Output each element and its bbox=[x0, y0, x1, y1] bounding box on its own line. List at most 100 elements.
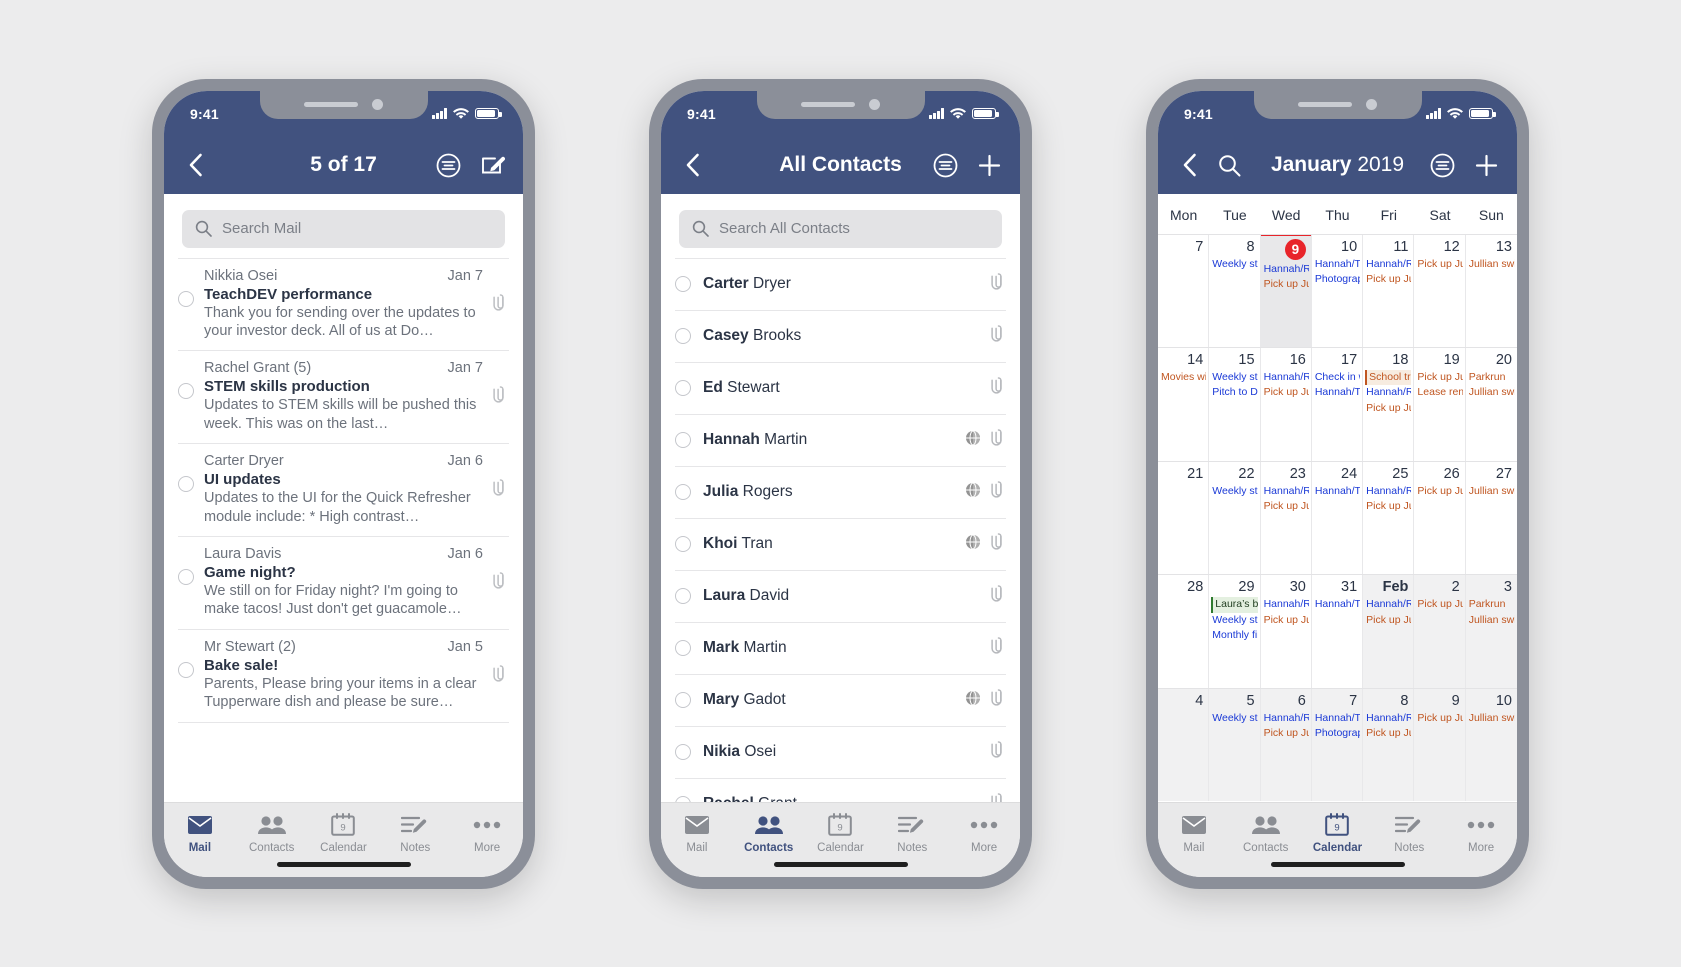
calendar-event[interactable]: Pick up Jul bbox=[1263, 499, 1309, 514]
calendar-day-cell[interactable]: 24 Hannah/T bbox=[1312, 461, 1364, 575]
calendar-event[interactable]: Pick up Ju bbox=[1365, 272, 1411, 287]
contact-row[interactable]: Carter Dryer bbox=[675, 257, 1006, 311]
calendar-event[interactable]: Weekly sta bbox=[1211, 711, 1257, 726]
calendar-day-cell[interactable]: 3 Parkrun Jullian swi bbox=[1465, 575, 1517, 688]
globe-icon[interactable] bbox=[965, 482, 981, 503]
calendar-day-cell[interactable]: 16 Hannah/R Pick up Ju bbox=[1261, 348, 1312, 461]
calendar-event[interactable]: Jullian swi bbox=[1468, 257, 1515, 272]
tab-notes[interactable]: Notes bbox=[876, 812, 948, 854]
calendar-day-cell[interactable]: 19Pick up JuLease rene bbox=[1414, 348, 1466, 461]
calendar-event[interactable]: Laura’s bir bbox=[1211, 597, 1258, 613]
calendar-event[interactable]: Movies wit bbox=[1160, 370, 1206, 385]
calendar-event[interactable]: Hannah/R bbox=[1263, 484, 1309, 499]
mail-select-radio[interactable] bbox=[178, 568, 194, 585]
contact-row[interactable]: Rachel Grant bbox=[675, 779, 1006, 802]
calendar-day-cell[interactable]: 28 bbox=[1158, 575, 1210, 688]
calendar-event[interactable]: Weekly sta bbox=[1211, 613, 1257, 628]
calendar-event[interactable]: Hannah/R bbox=[1365, 257, 1411, 272]
calendar-day-cell[interactable]: 18 School tri Hannah/R Pick up Ju bbox=[1363, 348, 1415, 461]
calendar-event[interactable]: Pick up Ju bbox=[1416, 257, 1462, 272]
calendar-day-cell[interactable]: 7 bbox=[1158, 234, 1210, 348]
calendar-day-cell[interactable]: 7 Hannah/T Photograp bbox=[1311, 688, 1364, 802]
calendar-event[interactable]: Hannah/T bbox=[1314, 385, 1360, 400]
plus-icon[interactable] bbox=[1473, 152, 1499, 178]
contact-select-radio[interactable] bbox=[675, 744, 691, 760]
calendar-event[interactable]: Pick up Jul bbox=[1263, 726, 1309, 741]
mail-row[interactable]: Laura Davis Jan 6 Game night? We still on f… bbox=[178, 537, 509, 630]
calendar-day-cell[interactable]: 30 Hannah/R Pick up Ju bbox=[1261, 575, 1312, 688]
calendar-day-cell[interactable]: 29Laura’s birWeekly staMonthly fin bbox=[1209, 575, 1261, 688]
tab-contacts[interactable]: Contacts bbox=[1230, 812, 1302, 854]
calendar-month-grid[interactable]: 78Weekly sta9Hannah/RPick up Jul10Hannah… bbox=[1158, 233, 1517, 802]
tab-contacts[interactable]: Contacts bbox=[236, 812, 308, 854]
mail-message-list[interactable]: Nikkia Osei Jan 7 TeachDEV performance Than… bbox=[164, 257, 523, 802]
calendar-day-cell[interactable]: 15Weekly staPitch to Do bbox=[1209, 348, 1261, 461]
calendar-event[interactable]: School tri bbox=[1365, 370, 1412, 386]
calendar-event[interactable]: Photograp bbox=[1314, 726, 1360, 741]
attachment-icon[interactable] bbox=[991, 428, 1006, 452]
contact-row[interactable]: Mary Gadot bbox=[675, 675, 1006, 727]
search-icon[interactable] bbox=[1216, 152, 1242, 178]
tab-notes[interactable]: Notes bbox=[1373, 812, 1445, 854]
calendar-event[interactable]: Lease rene bbox=[1416, 385, 1462, 400]
calendar-event[interactable]: Pick up Ju bbox=[1416, 597, 1462, 612]
calendar-event[interactable]: Hannah/R bbox=[1365, 597, 1411, 612]
calendar-event[interactable]: Parkrun bbox=[1468, 597, 1515, 612]
calendar-day-cell[interactable]: 10 Jullian swi bbox=[1465, 688, 1517, 802]
calendar-day-cell[interactable]: 12 Pick up Ju bbox=[1414, 234, 1466, 348]
calendar-event[interactable]: Hannah/R bbox=[1365, 385, 1411, 400]
attachment-icon[interactable] bbox=[493, 293, 509, 317]
contact-select-radio[interactable] bbox=[675, 432, 691, 448]
contact-row[interactable]: Julia Rogers bbox=[675, 467, 1006, 519]
calendar-day-cell[interactable]: 20 Parkrun Jullian swi bbox=[1466, 348, 1517, 461]
tab-more[interactable]: More bbox=[451, 812, 523, 854]
mail-select-radio[interactable] bbox=[178, 661, 194, 678]
tab-contacts[interactable]: Contacts bbox=[733, 812, 805, 854]
calendar-event[interactable]: Parkrun bbox=[1468, 370, 1515, 385]
calendar-event[interactable]: Hannah/T bbox=[1314, 711, 1360, 726]
calendar-event[interactable]: Pick up Ju bbox=[1263, 613, 1309, 628]
chevron-left-icon[interactable] bbox=[182, 152, 208, 178]
search-input[interactable]: Search Mail bbox=[182, 209, 505, 248]
calendar-event[interactable]: Hannah/R bbox=[1263, 262, 1309, 277]
calendar-event[interactable]: Pitch to Do bbox=[1211, 385, 1257, 400]
contact-select-radio[interactable] bbox=[675, 484, 691, 500]
contacts-list[interactable]: Carter Dryer Casey Brooks Ed Stewart Hannah… bbox=[661, 257, 1020, 802]
tab-notes[interactable]: Notes bbox=[379, 812, 451, 854]
calendar-day-cell[interactable]: 6 Hannah/RPick up Jul bbox=[1260, 688, 1312, 802]
mail-select-radio[interactable] bbox=[178, 383, 194, 400]
calendar-day-cell[interactable]: 11 Hannah/R Pick up Ju bbox=[1363, 234, 1415, 348]
attachment-icon[interactable] bbox=[991, 480, 1006, 504]
tab-mail[interactable]: Mail bbox=[164, 812, 236, 854]
contact-row[interactable]: Nikia Osei bbox=[675, 727, 1006, 779]
contact-select-radio[interactable] bbox=[675, 588, 691, 604]
calendar-day-cell[interactable]: 5 Weekly sta bbox=[1209, 688, 1261, 802]
calendar-event[interactable]: Check in w bbox=[1314, 370, 1360, 385]
attachment-icon[interactable] bbox=[493, 665, 509, 688]
attachment-icon[interactable] bbox=[991, 532, 1006, 556]
attachment-icon[interactable] bbox=[991, 376, 1006, 400]
calendar-event[interactable]: Weekly sta bbox=[1211, 370, 1257, 385]
globe-icon[interactable] bbox=[965, 690, 981, 711]
contact-row[interactable]: Hannah Martin bbox=[675, 415, 1006, 467]
calendar-day-cell[interactable]: 23 Hannah/RPick up Jul bbox=[1261, 461, 1312, 575]
mail-row[interactable]: Nikkia Osei Jan 7 TeachDEV performance Than… bbox=[178, 257, 509, 352]
calendar-event[interactable]: Jullian swi bbox=[1468, 711, 1515, 726]
calendar-day-cell[interactable]: 8 Weekly sta bbox=[1209, 234, 1261, 348]
contact-select-radio[interactable] bbox=[675, 536, 691, 552]
attachment-icon[interactable] bbox=[991, 324, 1006, 348]
calendar-event[interactable]: Pick up Ju bbox=[1365, 613, 1411, 628]
calendar-day-cell[interactable]: 31 Hannah/T bbox=[1312, 575, 1364, 688]
calendar-event[interactable]: Jullian swi bbox=[1468, 385, 1515, 400]
calendar-event[interactable]: Pick up Ju bbox=[1365, 401, 1411, 416]
attachment-icon[interactable] bbox=[991, 636, 1006, 660]
attachment-icon[interactable] bbox=[493, 572, 509, 595]
calendar-event[interactable]: Pick up Ju bbox=[1416, 370, 1462, 385]
calendar-event[interactable]: Jullian swi bbox=[1468, 484, 1515, 499]
calendar-day-cell[interactable]: 17Check in wHannah/T bbox=[1312, 348, 1364, 461]
tab-mail[interactable]: Mail bbox=[661, 812, 733, 854]
attachment-icon[interactable] bbox=[991, 792, 1006, 802]
mail-select-radio[interactable] bbox=[178, 476, 194, 493]
calendar-day-cell[interactable]: 8 Hannah/R Pick up Ju bbox=[1363, 688, 1415, 802]
globe-icon[interactable] bbox=[965, 430, 981, 451]
